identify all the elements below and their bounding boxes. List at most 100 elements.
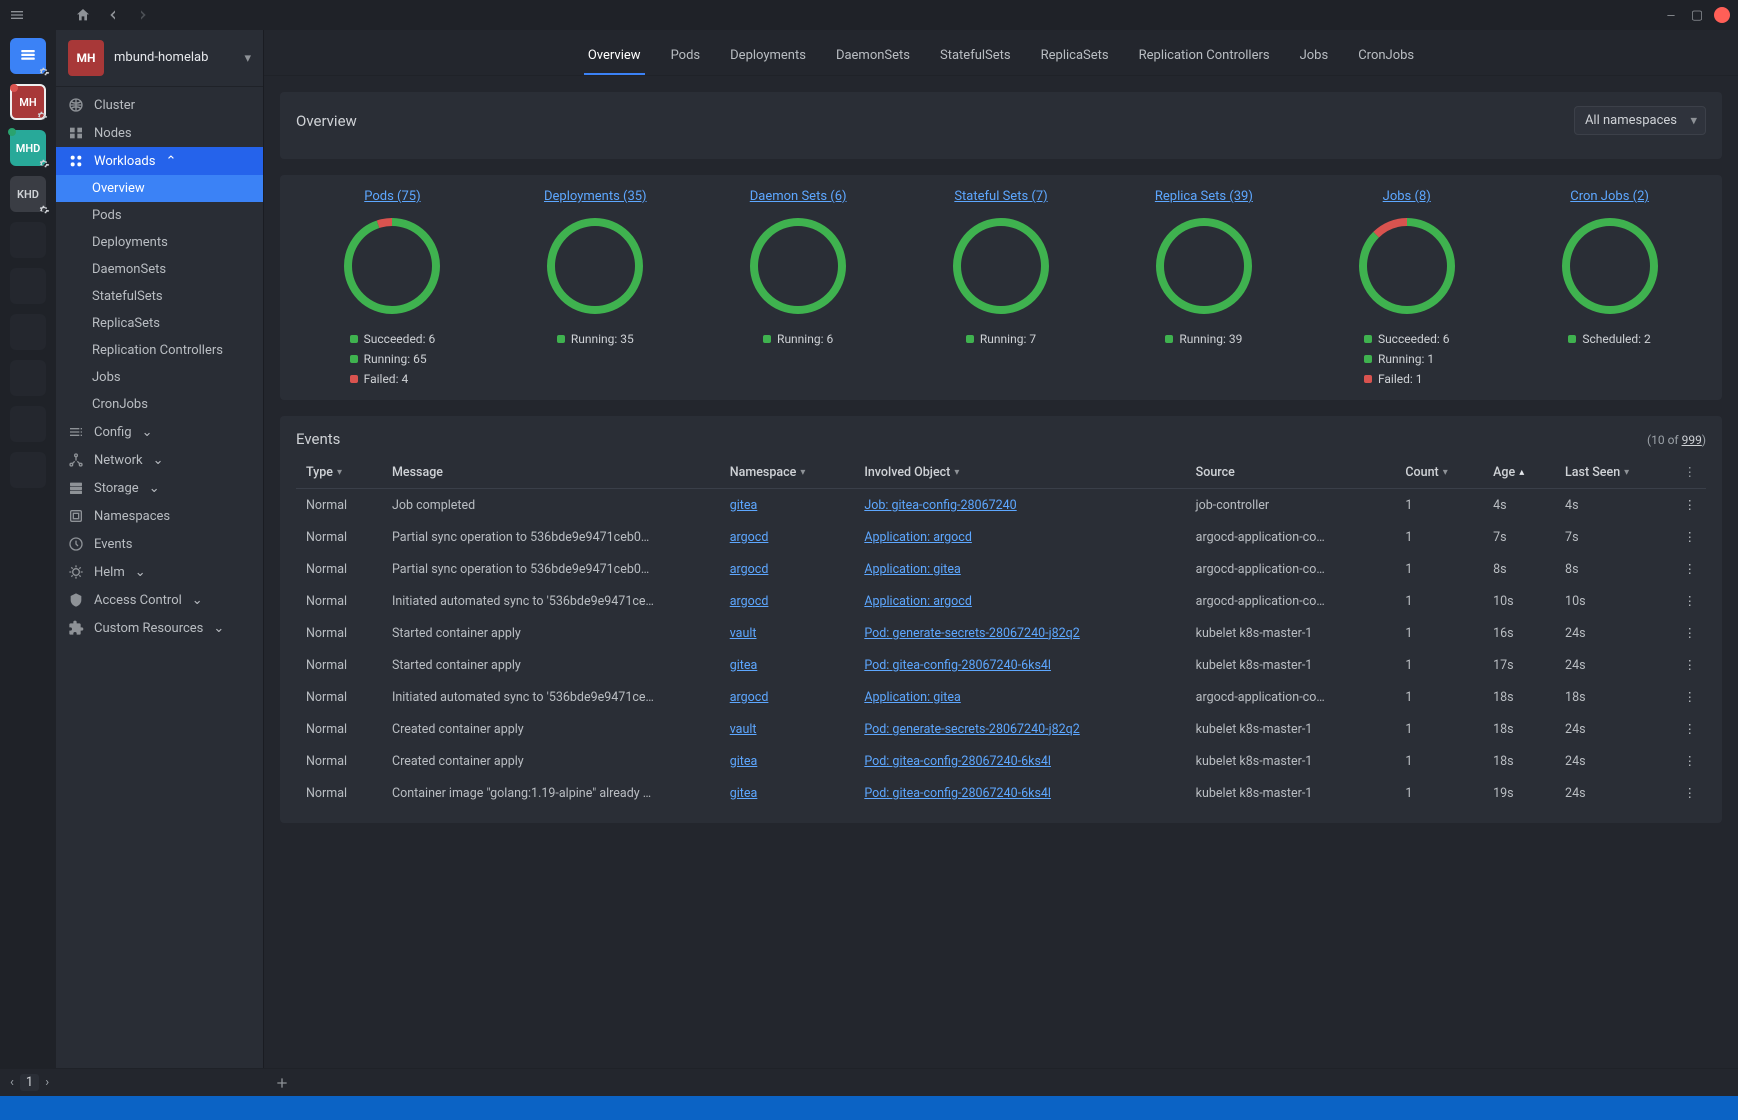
tab-daemonsets[interactable]: DaemonSets <box>832 40 914 75</box>
row-menu-icon[interactable]: ⋮ <box>1684 786 1697 801</box>
events-col-count[interactable]: Count▾ <box>1395 456 1483 489</box>
row-menu-icon[interactable]: ⋮ <box>1684 530 1697 545</box>
table-row[interactable]: NormalStarted container applyvaultPod: g… <box>296 617 1706 649</box>
cell-namespace-link[interactable]: gitea <box>730 658 758 673</box>
sidebar-item-network[interactable]: Network⌄ <box>56 446 263 474</box>
cell-namespace-link[interactable]: gitea <box>730 786 758 801</box>
sidebar-item-events[interactable]: Events <box>56 530 263 558</box>
cell-namespace-link[interactable]: vault <box>730 722 757 737</box>
dock-tile-2[interactable]: MHD <box>10 130 46 166</box>
cell-object-link[interactable]: Pod: gitea-config-28067240-6ks4l <box>864 754 1051 769</box>
page-next-icon[interactable]: › <box>45 1075 49 1090</box>
donut-title-link[interactable]: Pods (75) <box>364 189 420 204</box>
tab-replication-controllers[interactable]: Replication Controllers <box>1135 40 1274 75</box>
row-menu-icon[interactable]: ⋮ <box>1684 658 1697 673</box>
table-row[interactable]: NormalCreated container applyvaultPod: g… <box>296 713 1706 745</box>
cell-object-link[interactable]: Application: argocd <box>864 594 972 609</box>
tab-jobs[interactable]: Jobs <box>1296 40 1333 75</box>
table-row[interactable]: NormalPartial sync operation to 536bde9e… <box>296 553 1706 585</box>
tab-replicasets[interactable]: ReplicaSets <box>1037 40 1113 75</box>
table-row[interactable]: NormalInitiated automated sync to '536bd… <box>296 681 1706 713</box>
window-close-icon[interactable] <box>1714 7 1730 23</box>
cell-object-link[interactable]: Application: gitea <box>864 690 960 705</box>
tab-overview[interactable]: Overview <box>584 40 645 75</box>
sidebar-item-jobs[interactable]: Jobs <box>56 364 263 391</box>
sidebar-item-storage[interactable]: Storage⌄ <box>56 474 263 502</box>
donut-title-link[interactable]: Cron Jobs (2) <box>1570 189 1649 204</box>
sidebar-item-replication-controllers[interactable]: Replication Controllers <box>56 337 263 364</box>
sidebar-item-daemonsets[interactable]: DaemonSets <box>56 256 263 283</box>
sidebar-item-access-control[interactable]: Access Control⌄ <box>56 586 263 614</box>
table-row[interactable]: NormalStarted container applygiteaPod: g… <box>296 649 1706 681</box>
namespace-selector[interactable]: All namespaces ▾ <box>1574 106 1706 135</box>
row-menu-icon[interactable]: ⋮ <box>1684 722 1697 737</box>
sidebar-item-cluster[interactable]: Cluster <box>56 91 263 119</box>
tab-statefulsets[interactable]: StatefulSets <box>936 40 1015 75</box>
sidebar-item-overview[interactable]: Overview <box>56 175 263 202</box>
table-row[interactable]: NormalInitiated automated sync to '536bd… <box>296 585 1706 617</box>
events-col-source[interactable]: Source <box>1186 456 1396 489</box>
sidebar-item-custom-resources[interactable]: Custom Resources⌄ <box>56 614 263 642</box>
table-row[interactable]: NormalPartial sync operation to 536bde9e… <box>296 521 1706 553</box>
table-row[interactable]: NormalCreated container applygiteaPod: g… <box>296 745 1706 777</box>
events-col-message[interactable]: Message <box>382 456 720 489</box>
add-tab-icon[interactable] <box>273 1074 291 1092</box>
sidebar-item-namespaces[interactable]: Namespaces <box>56 502 263 530</box>
menu-icon[interactable] <box>8 6 26 24</box>
sidebar-item-workloads[interactable]: Workloads⌃ <box>56 147 263 175</box>
page-prev-icon[interactable]: ‹ <box>10 1075 14 1090</box>
cell-namespace-link[interactable]: vault <box>730 626 757 641</box>
donut-title-link[interactable]: Stateful Sets (7) <box>954 189 1047 204</box>
row-menu-icon[interactable]: ⋮ <box>1684 690 1697 705</box>
dock-tile-1[interactable]: MH <box>10 84 46 120</box>
events-col-type[interactable]: Type▾ <box>296 456 382 489</box>
cell-object-link[interactable]: Job: gitea-config-28067240 <box>864 498 1016 513</box>
events-col-namespace[interactable]: Namespace▾ <box>720 456 855 489</box>
dock-tile-3[interactable]: KHD <box>10 176 46 212</box>
sidebar-item-helm[interactable]: Helm⌄ <box>56 558 263 586</box>
cell-namespace-link[interactable]: gitea <box>730 754 758 769</box>
row-menu-icon[interactable]: ⋮ <box>1684 594 1697 609</box>
cell-object-link[interactable]: Application: argocd <box>864 530 972 545</box>
home-icon[interactable] <box>74 6 92 24</box>
tab-deployments[interactable]: Deployments <box>726 40 810 75</box>
cell-object-link[interactable]: Pod: gitea-config-28067240-6ks4l <box>864 658 1051 673</box>
cell-object-link[interactable]: Pod: generate-secrets-28067240-j82q2 <box>864 722 1079 737</box>
events-col-involved-object[interactable]: Involved Object▾ <box>854 456 1185 489</box>
cell-namespace-link[interactable]: gitea <box>730 498 758 513</box>
cell-namespace-link[interactable]: argocd <box>730 530 769 545</box>
donut-title-link[interactable]: Daemon Sets (6) <box>750 189 847 204</box>
row-menu-icon[interactable]: ⋮ <box>1684 562 1697 577</box>
sidebar-item-nodes[interactable]: Nodes <box>56 119 263 147</box>
nav-forward-icon[interactable] <box>134 6 152 24</box>
sidebar-item-config[interactable]: Config⌄ <box>56 418 263 446</box>
donut-title-link[interactable]: Deployments (35) <box>544 189 647 204</box>
cell-namespace-link[interactable]: argocd <box>730 594 769 609</box>
tab-pods[interactable]: Pods <box>667 40 705 75</box>
sidebar-item-replicasets[interactable]: ReplicaSets <box>56 310 263 337</box>
context-switcher[interactable]: MH mbund-homelab ▾ <box>56 30 263 87</box>
row-menu-icon[interactable]: ⋮ <box>1684 754 1697 769</box>
dock-tile-0[interactable] <box>10 38 46 74</box>
cell-namespace-link[interactable]: argocd <box>730 690 769 705</box>
sidebar-item-cronjobs[interactable]: CronJobs <box>56 391 263 418</box>
table-row[interactable]: NormalContainer image "golang:1.19-alpin… <box>296 777 1706 809</box>
events-col-age[interactable]: Age▴ <box>1483 456 1555 489</box>
cell-object-link[interactable]: Pod: generate-secrets-28067240-j82q2 <box>864 626 1079 641</box>
sidebar-item-pods[interactable]: Pods <box>56 202 263 229</box>
window-maximize-icon[interactable]: ▢ <box>1688 6 1706 24</box>
sidebar-item-statefulsets[interactable]: StatefulSets <box>56 283 263 310</box>
row-menu-icon[interactable]: ⋮ <box>1684 626 1697 641</box>
sidebar-item-deployments[interactable]: Deployments <box>56 229 263 256</box>
donut-title-link[interactable]: Replica Sets (39) <box>1155 189 1253 204</box>
columns-menu-icon[interactable]: ⋮ <box>1684 465 1697 480</box>
events-col-last-seen[interactable]: Last Seen▾ <box>1555 456 1673 489</box>
tab-cronjobs[interactable]: CronJobs <box>1354 40 1418 75</box>
events-total-link[interactable]: 999 <box>1682 433 1702 447</box>
nav-back-icon[interactable] <box>104 6 122 24</box>
cell-object-link[interactable]: Application: gitea <box>864 562 960 577</box>
cell-namespace-link[interactable]: argocd <box>730 562 769 577</box>
row-menu-icon[interactable]: ⋮ <box>1684 498 1697 513</box>
cell-object-link[interactable]: Pod: gitea-config-28067240-6ks4l <box>864 786 1051 801</box>
window-minimize-icon[interactable]: ‒ <box>1662 6 1680 24</box>
